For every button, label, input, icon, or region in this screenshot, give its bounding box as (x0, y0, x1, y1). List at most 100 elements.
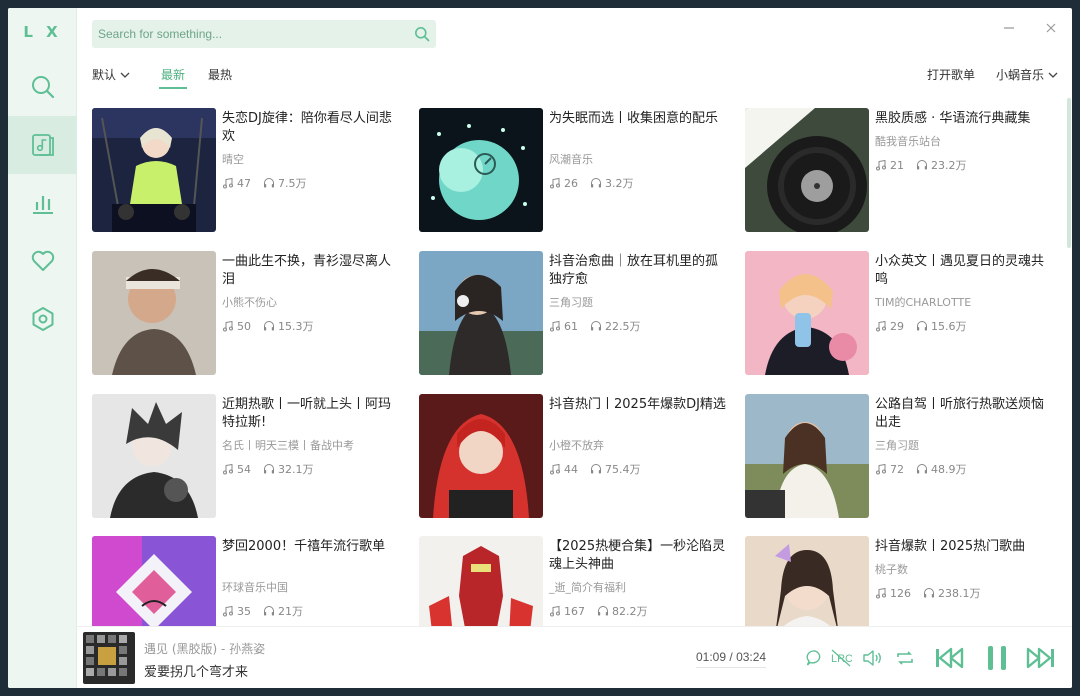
playlist-card[interactable]: 失恋DJ旋律：陪你看尽人间悲欢 晴空 47 7.5万 (92, 108, 412, 232)
music-note-icon (876, 320, 886, 332)
sidebar-item-search[interactable] (8, 58, 77, 116)
close-button[interactable] (1037, 14, 1065, 42)
music-note-icon (550, 463, 560, 475)
playlist-stats: 50 15.3万 (222, 318, 326, 334)
comment-icon (806, 650, 821, 666)
playlist-title: 近期热歌丨一听就上头丨阿玛特拉斯! (222, 397, 392, 430)
sidebar-item-leaderboard[interactable] (8, 174, 77, 232)
pause-button[interactable] (980, 642, 1014, 674)
player-bar: 遇见 (黑胶版) - 孙燕姿 爱要拐几个弯才来 01:09 / 03:24 LR… (77, 626, 1072, 688)
playlist-card[interactable]: 为失眠而选丨收集困意的配乐 风潮音乐 26 3.2万 (419, 108, 739, 232)
scrollbar-thumb[interactable] (1067, 98, 1071, 248)
skip-next-icon (1026, 647, 1054, 669)
playlist-card[interactable]: 近期热歌丨一听就上头丨阿玛特拉斯! 名氏丨明天三模丨备战中考 54 32.1万 (92, 394, 412, 518)
headphones-icon (917, 321, 927, 331)
playlist-card[interactable]: 梦回2000！千禧年流行歌单 环球音乐中国 35 21万 (92, 536, 412, 626)
music-note-icon (550, 177, 560, 189)
playlist-cover (92, 536, 216, 626)
sidebar-item-settings[interactable] (8, 290, 77, 348)
playlist-author: 环球音乐中国 (222, 581, 288, 594)
playback-time: 01:09 / 03:24 (696, 650, 767, 668)
search-input[interactable] (92, 27, 408, 41)
playlist-author: TIM的CHARLOTTE (875, 296, 972, 309)
sidebar-item-favorites[interactable] (8, 232, 77, 290)
song-count: 29 (890, 319, 904, 333)
play-count: 23.2万 (931, 159, 967, 172)
playlist-stats: 26 3.2万 (549, 175, 646, 191)
music-note-icon (876, 159, 886, 171)
desktop-lyrics-icon: LRC (831, 649, 852, 667)
playlist-grid: 失恋DJ旋律：陪你看尽人间悲欢 晴空 47 7.5万 为失眠而选丨收集困意的配乐… (92, 108, 1067, 626)
playlist-author: 小熊不伤心 (222, 296, 277, 309)
sort-dropdown[interactable]: 默认 (92, 66, 130, 83)
playlist-author: 三角习题 (549, 296, 593, 309)
volume-icon (863, 650, 881, 666)
song-count: 35 (237, 604, 251, 618)
playlist-author: 名氏丨明天三模丨备战中考 (222, 439, 354, 452)
playlist-title: 公路自驾丨听旅行热歌送烦恼出走 (875, 397, 1045, 430)
playlist-card[interactable]: 公路自驾丨听旅行热歌送烦恼出走 三角习题 72 48.9万 (745, 394, 1065, 518)
pause-icon (988, 646, 1006, 670)
search-box (92, 20, 436, 48)
repeat-button[interactable] (892, 645, 918, 671)
volume-button[interactable] (859, 645, 885, 671)
playlist-cover (92, 108, 216, 232)
playlist-author: 桃子数 (875, 563, 908, 576)
playlist-author: _逝_简介有福利 (549, 581, 626, 594)
playlist-card[interactable]: 黑胶质感 · 华语流行典藏集 酷我音乐站台 21 23.2万 (745, 108, 1065, 232)
playlist-card[interactable]: 抖音治愈曲｜放在耳机里的孤独疗愈 三角习题 61 22.5万 (419, 251, 739, 375)
playlist-title: 抖音治愈曲｜放在耳机里的孤独疗愈 (549, 254, 719, 287)
playlist-card[interactable]: 抖音热门丨2025年爆款DJ精选 小橙不放弃 44 75.4万 (419, 394, 739, 518)
play-count: 7.5万 (278, 177, 307, 190)
playlist-author: 晴空 (222, 153, 244, 166)
playlist-stats: 29 15.6万 (875, 318, 979, 334)
open-song-list-button[interactable]: 打开歌单 (927, 66, 975, 83)
next-track-button[interactable] (1024, 642, 1058, 674)
playlist-author: 酷我音乐站台 (875, 135, 941, 148)
playlist-title: 为失眠而选丨收集困意的配乐 (549, 111, 719, 126)
search-icon[interactable] (408, 20, 436, 48)
scrollbar[interactable] (1066, 94, 1072, 626)
headphones-icon (598, 606, 608, 616)
playlist-author: 风潮音乐 (549, 153, 593, 166)
play-count: 15.3万 (278, 320, 314, 333)
song-count: 54 (237, 462, 251, 476)
now-playing-cover[interactable] (83, 632, 135, 684)
time-separator: / (729, 650, 733, 664)
song-count: 50 (237, 319, 251, 333)
playlist-stats: 72 48.9万 (875, 461, 979, 477)
playlist-cover (92, 394, 216, 518)
playlist-card[interactable]: 抖音爆款丨2025热门歌曲 桃子数 126 238.1万 (745, 536, 1065, 626)
play-count: 21万 (278, 605, 303, 618)
song-count: 126 (890, 586, 911, 600)
playlist-title: 抖音热门丨2025年爆款DJ精选 (549, 397, 726, 412)
playlist-card[interactable]: 小众英文丨遇见夏日的灵魂共鸣 TIM的CHARLOTTE 29 15.6万 (745, 251, 1065, 375)
playlist-stats: 61 22.5万 (549, 318, 653, 334)
tab-latest[interactable]: 最新 (158, 66, 188, 89)
headphones-icon (917, 160, 927, 170)
headphones-icon (264, 321, 274, 331)
playlist-title: 抖音爆款丨2025热门歌曲 (875, 539, 1026, 554)
playlist-cover (745, 536, 869, 626)
comment-button[interactable] (802, 645, 828, 671)
tab-hottest[interactable]: 最热 (208, 66, 232, 83)
sidebar-item-song-list[interactable] (8, 116, 77, 174)
source-dropdown[interactable]: 小蜗音乐 (996, 66, 1058, 83)
music-note-icon (550, 320, 560, 332)
playlist-stats: 167 82.2万 (549, 603, 660, 619)
sort-label: 默认 (92, 68, 117, 82)
play-count: 22.5万 (605, 320, 641, 333)
previous-track-button[interactable] (932, 642, 966, 674)
heart-icon (31, 250, 54, 271)
playlist-card[interactable]: 一曲此生不换，青衫湿尽离人泪 小熊不伤心 50 15.3万 (92, 251, 412, 375)
lyrics-toggle-button[interactable]: LRC (828, 645, 854, 671)
song-count: 72 (890, 462, 904, 476)
playlist-cover (419, 108, 543, 232)
headphones-icon (591, 321, 601, 331)
playlist-card[interactable]: 【2025热梗合集】一秒沦陷灵魂上头神曲 _逝_简介有福利 167 82.2万 (419, 536, 739, 626)
playlist-title: 一曲此生不换，青衫湿尽离人泪 (222, 254, 392, 287)
playlist-cover (745, 108, 869, 232)
current-time: 01:09 (696, 650, 727, 664)
app-window: L X 默认 最新 最热 打开歌单 (8, 8, 1072, 688)
minimize-button[interactable] (995, 14, 1023, 42)
